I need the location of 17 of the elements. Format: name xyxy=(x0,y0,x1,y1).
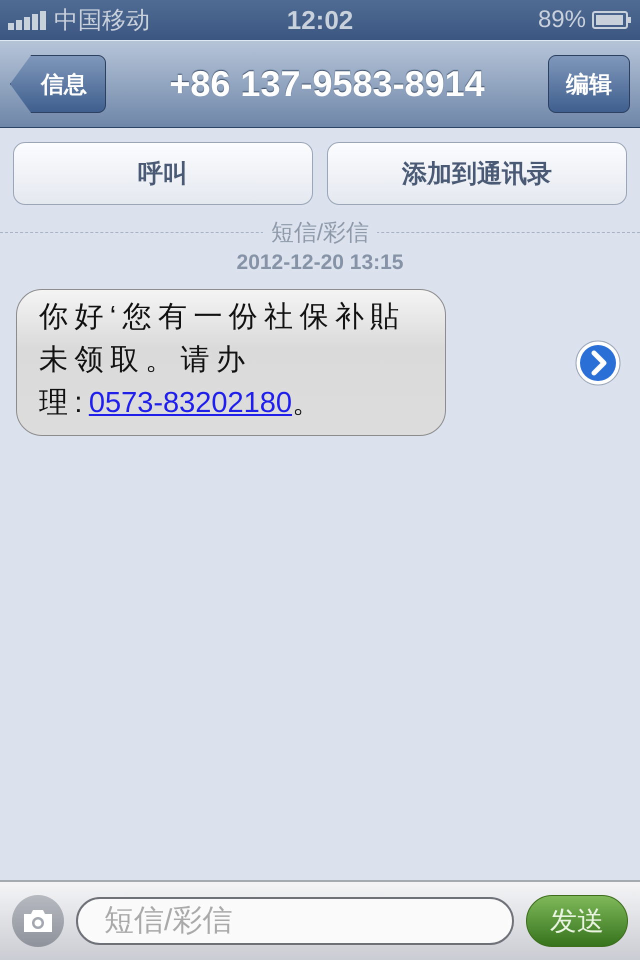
battery-icon xyxy=(592,10,632,30)
action-button[interactable]: 呼叫 xyxy=(13,142,313,205)
camera-icon xyxy=(22,908,54,934)
status-time: 12:02 xyxy=(286,4,354,36)
detail-disclosure-icon[interactable] xyxy=(574,338,622,386)
action-button[interactable]: 添加到通讯录 xyxy=(327,142,627,205)
message-timestamp: 2012-12-20 13:15 xyxy=(236,251,404,275)
message-input[interactable]: 短信/彩信 xyxy=(76,897,514,945)
carrier-name: 中国移动 xyxy=(54,6,150,36)
message-text: 你好‘您有一份社保补貼未领取。请办理:0573-83202180。 xyxy=(39,300,407,421)
back-button[interactable]: 信息 xyxy=(10,55,106,113)
camera-button[interactable] xyxy=(12,895,64,947)
contact-number: +86 137-9583-8914 xyxy=(169,63,485,105)
battery-percent: 89% xyxy=(538,6,586,34)
signal-icon xyxy=(8,10,48,30)
phone-link[interactable]: 0573-83202180 xyxy=(88,387,292,419)
edit-button[interactable]: 编辑 xyxy=(548,55,630,113)
